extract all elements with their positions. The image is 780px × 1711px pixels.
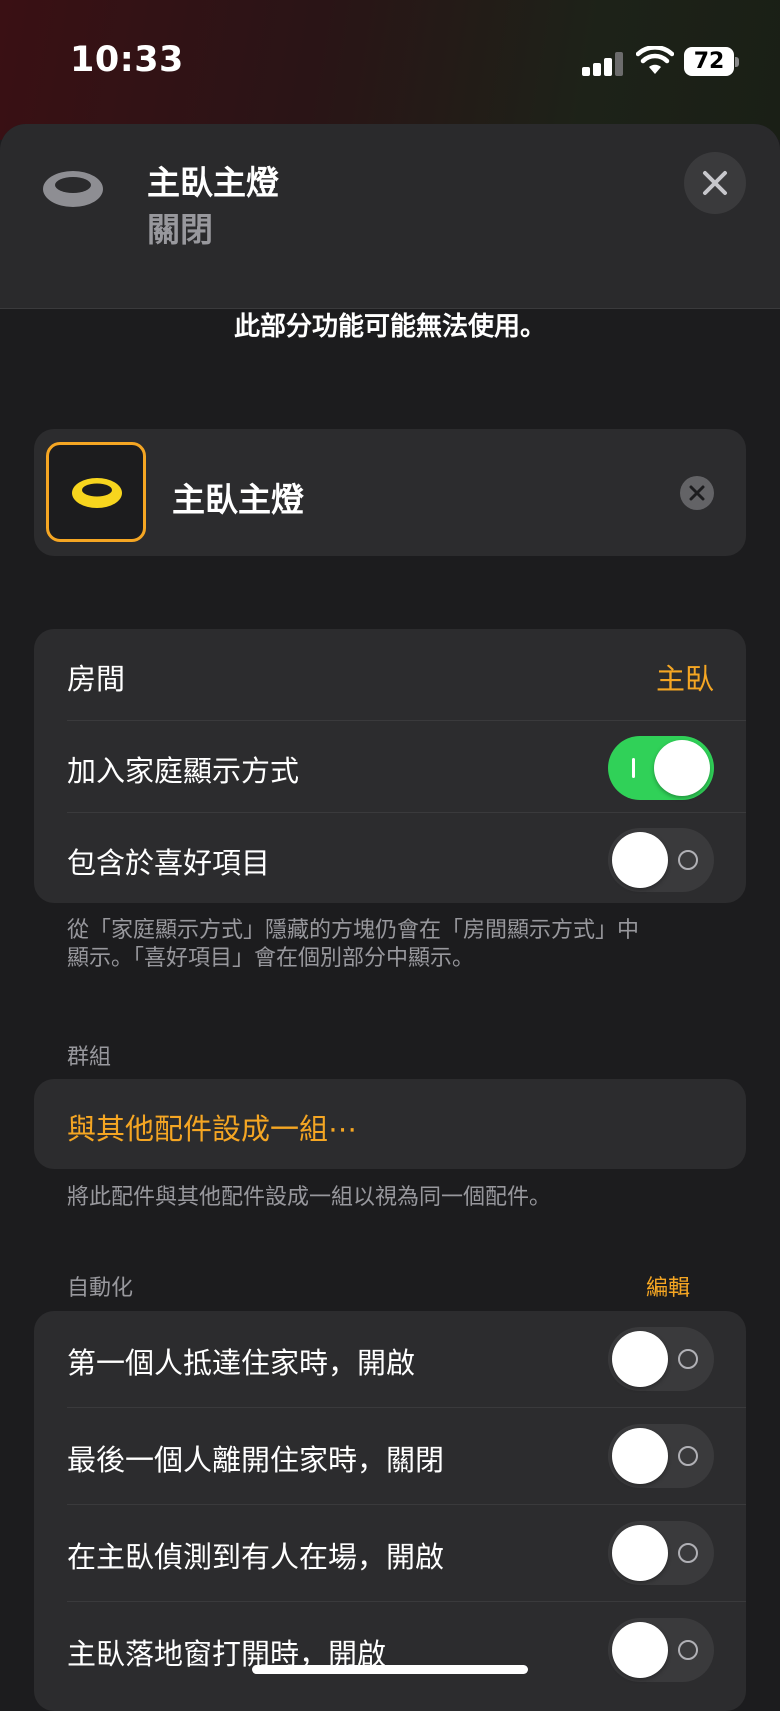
home-view-label: 加入家庭顯示方式 <box>67 754 300 788</box>
footnote-line: 顯示。「喜好項目」會在個別部分中顯示。 <box>67 946 475 971</box>
sheet-header: 主臥主燈 關閉 <box>0 124 780 309</box>
group-with-accessories-link[interactable]: 與其他配件設成一組⋯ <box>67 1106 357 1148</box>
accessory-tile[interactable] <box>46 442 146 542</box>
wifi-icon <box>636 46 674 74</box>
room-row[interactable]: 房間 主臥 <box>34 629 746 721</box>
group-footnote: 將此配件與其他配件設成一組以視為同一個配件。 <box>67 1185 552 1210</box>
automation-section-label: 自動化 <box>67 1276 134 1301</box>
close-button[interactable] <box>684 152 746 214</box>
settings-footnote: 從「家庭顯示方式」隱藏的方塊仍會在「房間顯示方式」中 顯示。「喜好項目」會在個別… <box>67 917 639 973</box>
automation-edit-button[interactable]: 編輯 <box>646 1270 690 1302</box>
ceiling-light-icon <box>72 478 122 508</box>
favorites-toggle[interactable] <box>608 828 714 892</box>
footnote-line: 從「家庭顯示方式」隱藏的方塊仍會在「房間顯示方式」中 <box>67 918 640 943</box>
automation-toggle[interactable] <box>608 1424 714 1488</box>
group-section-label: 群組 <box>67 1045 112 1070</box>
automation-row: 主臥落地窗打開時，開啟 <box>34 1602 746 1699</box>
accessory-title: 主臥主燈 <box>147 163 279 202</box>
automation-row: 最後一個人離開住家時，關閉 <box>34 1408 746 1505</box>
home-view-toggle[interactable] <box>608 736 714 800</box>
room-value[interactable]: 主臥 <box>656 656 714 698</box>
automation-toggle[interactable] <box>608 1618 714 1682</box>
favorites-label: 包含於喜好項目 <box>67 846 271 880</box>
close-icon <box>703 171 727 195</box>
automation-label: 最後一個人離開住家時，關閉 <box>67 1443 445 1477</box>
status-time: 10:33 <box>70 40 184 80</box>
battery-level: 72 <box>693 49 725 74</box>
home-view-row: 加入家庭顯示方式 <box>34 721 746 813</box>
automation-label: 第一個人抵達住家時，開啟 <box>67 1346 416 1380</box>
close-icon <box>689 485 705 501</box>
automation-card: 第一個人抵達住家時，開啟 最後一個人離開住家時，關閉 在主臥偵測到有人在場，開啟… <box>34 1311 746 1711</box>
home-indicator[interactable] <box>252 1665 528 1674</box>
automation-toggle[interactable] <box>608 1327 714 1391</box>
automation-row: 第一個人抵達住家時，開啟 <box>34 1311 746 1408</box>
accessory-status: 關閉 <box>147 210 213 249</box>
cellular-signal-icon <box>582 52 626 76</box>
favorites-row: 包含於喜好項目 <box>34 813 746 905</box>
accessory-card[interactable]: 主臥主燈 <box>34 429 746 556</box>
automation-row: 在主臥偵測到有人在場，開啟 <box>34 1505 746 1602</box>
accessory-name: 主臥主燈 <box>172 480 304 519</box>
battery-icon: 72 <box>684 47 739 76</box>
room-label: 房間 <box>67 662 126 696</box>
remove-accessory-button[interactable] <box>680 476 714 510</box>
ceiling-light-icon <box>43 171 103 207</box>
group-card[interactable]: 與其他配件設成一組⋯ <box>34 1079 746 1169</box>
automation-toggle[interactable] <box>608 1521 714 1585</box>
availability-notice: 此部分功能可能無法使用。 <box>233 312 546 342</box>
settings-card: 房間 主臥 加入家庭顯示方式 包含於喜好項目 <box>34 629 746 903</box>
automation-label: 在主臥偵測到有人在場，開啟 <box>67 1540 445 1574</box>
status-bar: 10:33 72 <box>0 0 780 124</box>
